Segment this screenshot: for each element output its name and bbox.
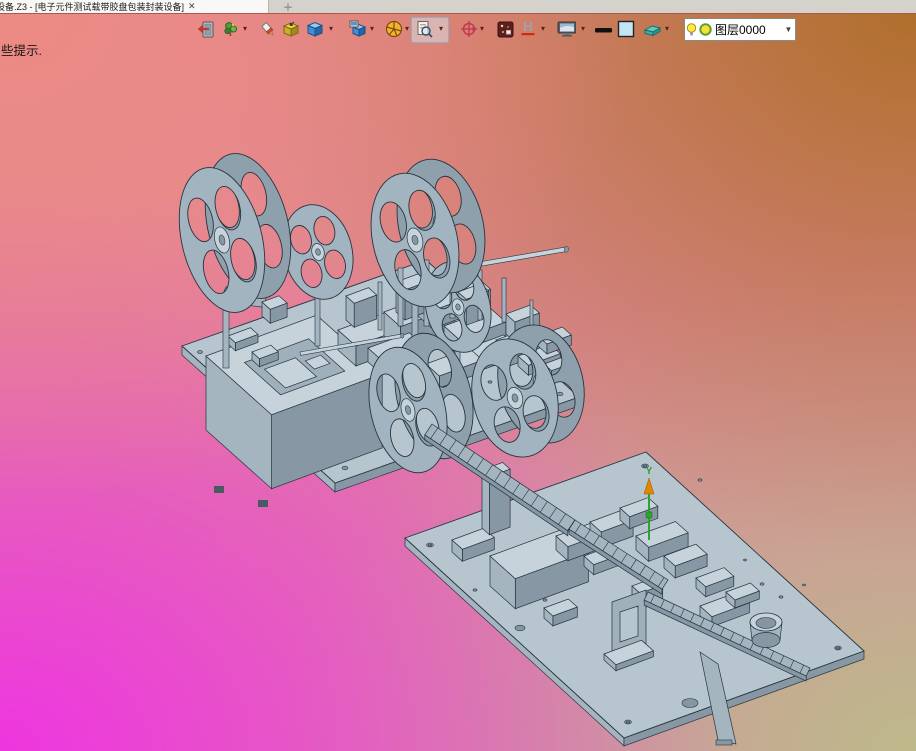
tab-close-icon[interactable]: ✕ — [188, 1, 196, 12]
red-target-icon[interactable] — [459, 19, 479, 39]
new-tab-button[interactable]: ＋ — [269, 0, 307, 13]
svg-text:H: H — [523, 19, 532, 34]
monitor-dropdown-caret[interactable]: ▾ — [579, 25, 587, 33]
orange-wheel-icon[interactable] — [384, 19, 404, 39]
magnifier-doc-dropdown-caret[interactable]: ▾ — [437, 25, 445, 33]
magnifier-doc-icon[interactable] — [414, 19, 434, 39]
layer-state-icon — [698, 22, 713, 37]
brush-icon[interactable] — [258, 19, 278, 39]
lower-machine[interactable] — [405, 452, 864, 746]
plant-dropdown-caret[interactable]: ▾ — [241, 25, 249, 33]
layer-dropdown-caret[interactable]: ▼ — [782, 25, 795, 34]
thick-line-icon[interactable] — [593, 19, 613, 39]
layer-name: 图层0000 — [715, 21, 782, 38]
dark-pattern-icon[interactable] — [495, 19, 515, 39]
cube-window-dropdown-caret[interactable]: ▾ — [368, 25, 376, 33]
lightbulb-icon — [685, 22, 698, 38]
tab-title: 设备.Z3 - [电子元件测试载带胶盘包装封装设备] — [0, 0, 184, 13]
yellow-box-icon[interactable] — [281, 19, 301, 39]
swatch-icon[interactable] — [616, 19, 636, 39]
monitor-icon[interactable] — [556, 19, 576, 39]
letter-h-dropdown-caret[interactable]: ▾ — [539, 25, 547, 33]
orange-wheel-dropdown-caret[interactable]: ▾ — [403, 25, 411, 33]
exit-icon[interactable] — [195, 19, 215, 39]
axis-y-label: Y — [646, 466, 653, 477]
cube-window-icon[interactable] — [348, 19, 368, 39]
eraser-icon[interactable] — [641, 19, 661, 39]
floating-toolbar: ▾ ▾ ▾ ▾ ▾ ▾ H ▾ ▾ ▾ — [0, 17, 916, 43]
eraser-dropdown-caret[interactable]: ▾ — [663, 25, 671, 33]
letter-h-icon[interactable]: H — [518, 19, 538, 39]
blue-cube-dropdown-caret[interactable]: ▾ — [327, 25, 335, 33]
layer-selector[interactable]: 图层0000 ▼ — [684, 18, 796, 41]
blue-cube-icon[interactable] — [305, 19, 325, 39]
active-document-tab[interactable]: 设备.Z3 - [电子元件测试载带胶盘包装封装设备] ✕ — [0, 0, 269, 13]
document-tab-bar: 设备.Z3 - [电子元件测试载带胶盘包装封装设备] ✕ ＋ — [0, 0, 916, 14]
red-target-dropdown-caret[interactable]: ▾ — [478, 25, 486, 33]
plant-icon[interactable] — [220, 19, 240, 39]
viewport-3d-model[interactable]: Y — [0, 0, 916, 751]
round-cup[interactable] — [750, 613, 782, 648]
